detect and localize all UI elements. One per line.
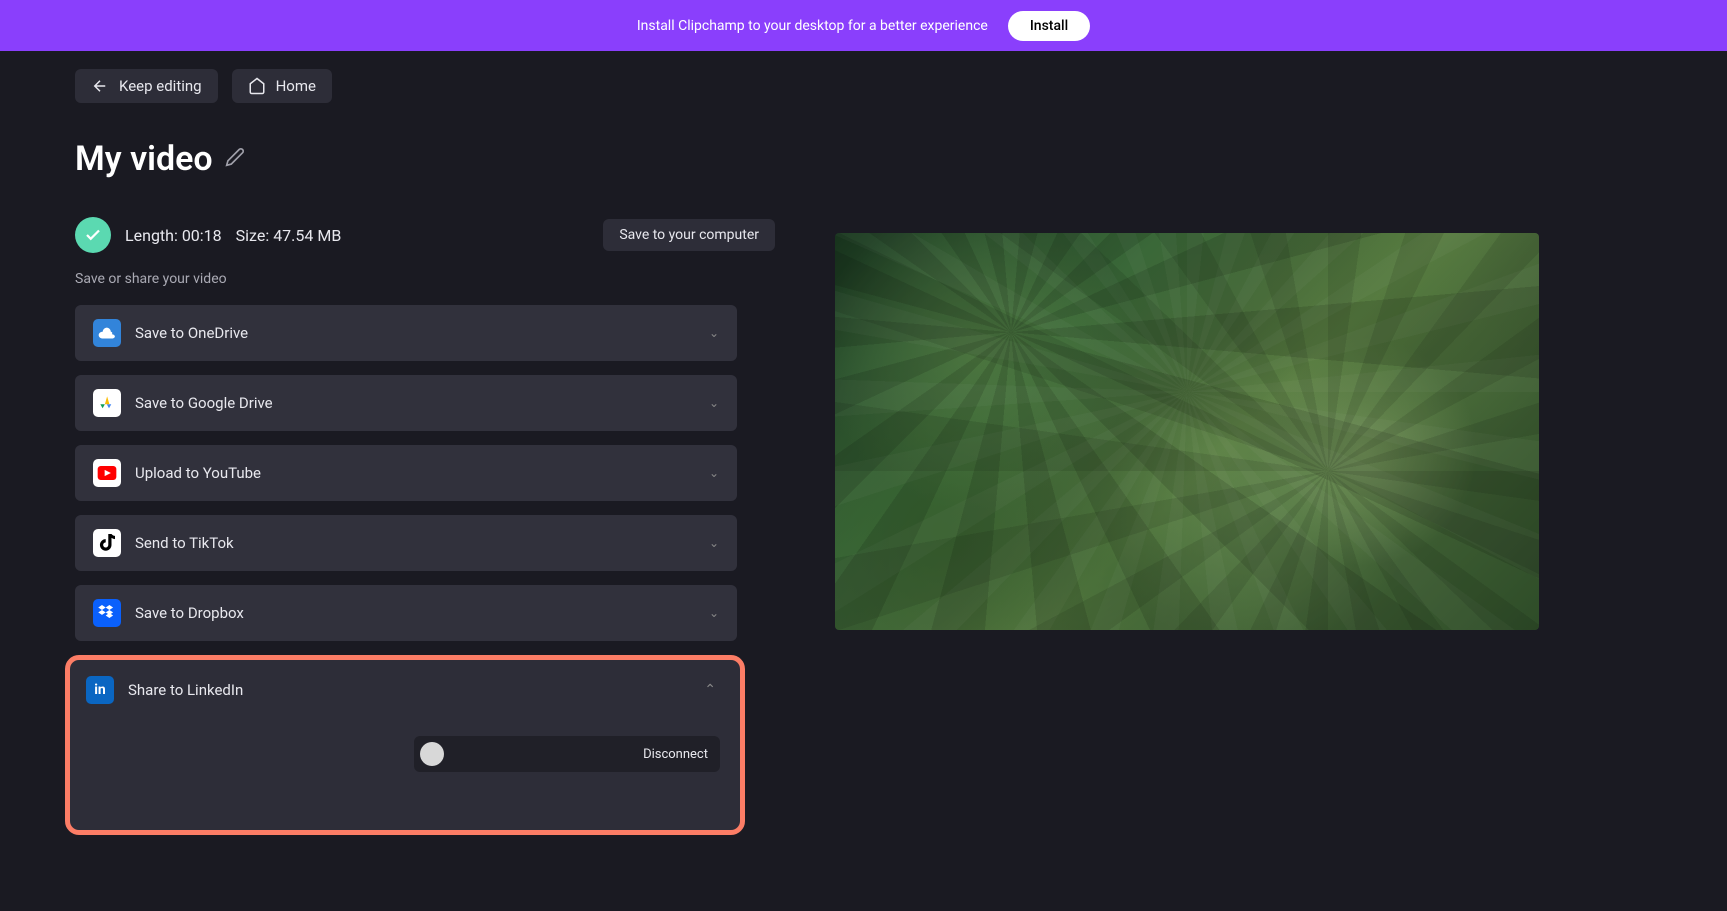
- onedrive-icon: [93, 319, 121, 347]
- share-subtitle: Save or share your video: [75, 271, 815, 287]
- share-label: Share to LinkedIn: [128, 681, 243, 699]
- home-button[interactable]: Home: [232, 69, 332, 103]
- edit-title-icon[interactable]: [225, 147, 245, 171]
- chevron-down-icon: ⌄: [709, 536, 719, 550]
- home-icon: [248, 77, 266, 95]
- avatar: [420, 742, 444, 766]
- share-option-dropbox[interactable]: Save to Dropbox ⌄: [75, 585, 737, 641]
- tiktok-icon: [93, 529, 121, 557]
- home-label: Home: [276, 77, 316, 95]
- share-label: Send to TikTok: [135, 534, 234, 552]
- share-label: Upload to YouTube: [135, 464, 261, 482]
- install-banner: Install Clipchamp to your desktop for a …: [0, 0, 1727, 51]
- banner-text: Install Clipchamp to your desktop for a …: [637, 18, 988, 34]
- linkedin-header[interactable]: in Share to LinkedIn ⌃: [82, 672, 728, 708]
- keep-editing-button[interactable]: Keep editing: [75, 69, 218, 103]
- keep-editing-label: Keep editing: [119, 77, 202, 95]
- share-option-gdrive[interactable]: Save to Google Drive ⌄: [75, 375, 737, 431]
- share-label: Save to OneDrive: [135, 324, 248, 342]
- linkedin-icon: in: [86, 676, 114, 704]
- gdrive-icon: [93, 389, 121, 417]
- success-check-icon: [75, 217, 111, 253]
- save-to-computer-button[interactable]: Save to your computer: [603, 219, 775, 251]
- install-button[interactable]: Install: [1008, 11, 1090, 41]
- video-preview-thumbnail[interactable]: [835, 233, 1539, 630]
- share-label: Save to Dropbox: [135, 604, 244, 622]
- video-length-label: Length: 00:18: [125, 226, 222, 245]
- dropbox-icon: [93, 599, 121, 627]
- disconnect-button[interactable]: Disconnect: [643, 747, 708, 762]
- share-option-linkedin-expanded: in Share to LinkedIn ⌃ Disconnect: [65, 655, 745, 835]
- linkedin-account-row: Disconnect: [414, 736, 720, 772]
- share-option-youtube[interactable]: Upload to YouTube ⌄: [75, 445, 737, 501]
- chevron-down-icon: ⌄: [709, 606, 719, 620]
- chevron-down-icon: ⌄: [709, 466, 719, 480]
- video-size-label: Size: 47.54 MB: [236, 226, 342, 245]
- arrow-left-icon: [91, 77, 109, 95]
- close-icon[interactable]: ⌃: [704, 682, 724, 698]
- youtube-icon: [93, 459, 121, 487]
- video-title: My video: [75, 139, 213, 179]
- chevron-down-icon: ⌄: [709, 396, 719, 410]
- chevron-down-icon: ⌄: [709, 326, 719, 340]
- share-option-tiktok[interactable]: Send to TikTok ⌄: [75, 515, 737, 571]
- share-option-onedrive[interactable]: Save to OneDrive ⌄: [75, 305, 737, 361]
- share-label: Save to Google Drive: [135, 394, 273, 412]
